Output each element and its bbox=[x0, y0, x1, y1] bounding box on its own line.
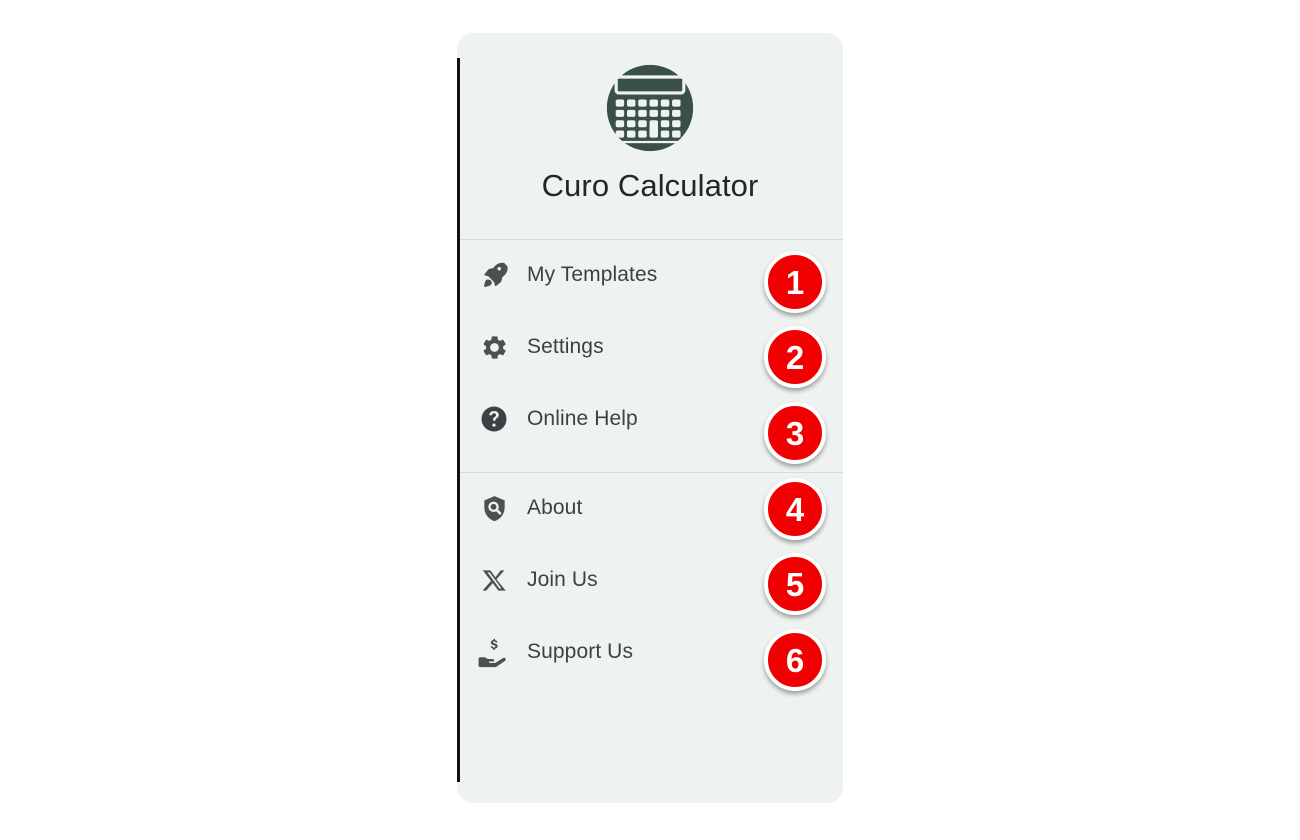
shield-search-icon bbox=[476, 490, 512, 526]
menu-item-label: About bbox=[527, 496, 583, 519]
menu-item-label: Settings bbox=[527, 335, 604, 358]
annotation-badge-5[interactable]: 5 bbox=[764, 553, 826, 615]
annotation-badge-1[interactable]: 1 bbox=[764, 251, 826, 313]
drawer-left-edge bbox=[457, 58, 460, 782]
hand-dollar-icon bbox=[476, 634, 512, 670]
menu-item-label: Join Us bbox=[527, 568, 598, 591]
menu-item-label: Online Help bbox=[527, 407, 638, 430]
rocket-icon bbox=[476, 257, 512, 293]
annotation-badge-4[interactable]: 4 bbox=[764, 478, 826, 540]
annotation-badge-2[interactable]: 2 bbox=[764, 326, 826, 388]
menu-item-label: My Templates bbox=[527, 263, 658, 286]
gear-icon bbox=[476, 329, 512, 365]
annotation-badge-6[interactable]: 6 bbox=[764, 629, 826, 691]
screen: Curo Calculator My Templates Settings On… bbox=[0, 0, 1300, 840]
app-title: Curo Calculator bbox=[541, 168, 759, 203]
help-circle-icon bbox=[476, 401, 512, 437]
drawer-header: Curo Calculator bbox=[457, 33, 843, 239]
menu-item-label: Support Us bbox=[527, 640, 634, 663]
calculator-circle-icon bbox=[606, 64, 694, 152]
x-twitter-icon bbox=[476, 562, 512, 598]
annotation-badge-3[interactable]: 3 bbox=[764, 402, 826, 464]
